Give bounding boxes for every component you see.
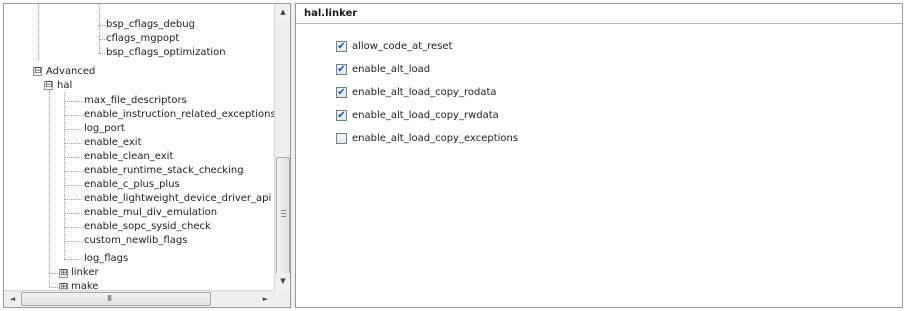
- tree-connector-line: [64, 101, 82, 102]
- tree-connector-line: [64, 213, 82, 214]
- tree-node-enable-instruction-related-exceptions[interactable]: enable_instruction_related_exceptions: [84, 108, 274, 122]
- tree-connector-line: [64, 129, 82, 130]
- tree-node-bsp-cflags-debug[interactable]: bsp_cflags_debug: [106, 18, 195, 32]
- option-label: allow_code_at_reset: [352, 41, 453, 52]
- checkbox[interactable]: ✔: [336, 64, 347, 75]
- settings-tree[interactable]: ⊟ ⊟ ⊞ ⊞ bsp_cflags_debug cflags_mgpopt b…: [4, 4, 274, 290]
- grip-line: [281, 216, 286, 217]
- grip-line: [281, 213, 286, 214]
- tree-node-advanced[interactable]: Advanced: [46, 65, 95, 79]
- tree-node-hal[interactable]: hal: [57, 79, 72, 93]
- checkbox[interactable]: ✔: [336, 41, 347, 52]
- grip-line: [281, 210, 286, 211]
- collapse-icon[interactable]: ⊟: [44, 81, 53, 90]
- checkbox[interactable]: ✔: [336, 87, 347, 98]
- tree-connector-line: [64, 185, 82, 186]
- collapse-icon[interactable]: ⊟: [33, 67, 42, 76]
- tree-connector-line: [64, 227, 82, 228]
- horizontal-scroll-thumb[interactable]: III: [21, 292, 211, 306]
- tree-node-enable-c-plus-plus[interactable]: enable_c_plus_plus: [84, 178, 180, 192]
- checkbox[interactable]: [336, 133, 347, 144]
- tree-connector-line: [64, 171, 82, 172]
- tree-node-enable-lightweight-device-driver-api[interactable]: enable_lightweight_device_driver_api: [84, 192, 271, 206]
- tree-connector-line: [64, 199, 82, 200]
- tree-connector-line: [64, 157, 82, 158]
- scroll-left-arrow-icon[interactable]: ◄: [4, 291, 21, 307]
- tree-node-log-flags[interactable]: log_flags: [84, 252, 128, 266]
- option-label: enable_alt_load_copy_exceptions: [352, 133, 519, 144]
- scroll-right-arrow-icon[interactable]: ►: [257, 291, 274, 307]
- tree-connector-line: [64, 259, 82, 260]
- scroll-up-arrow-icon[interactable]: ▲: [275, 4, 290, 21]
- settings-tree-panel: ⊟ ⊟ ⊞ ⊞ bsp_cflags_debug cflags_mgpopt b…: [3, 3, 291, 308]
- section-title: hal.linker: [304, 8, 358, 19]
- tree-connector-line: [64, 93, 65, 260]
- option-label: enable_alt_load_copy_rodata: [352, 87, 497, 98]
- settings-content-panel: hal.linker ✔ allow_code_at_reset ✔ enabl…: [295, 3, 903, 308]
- tree-node-make[interactable]: make: [71, 280, 98, 290]
- option-label: enable_alt_load_copy_rwdata: [352, 110, 499, 121]
- tree-node-enable-sopc-sysid-check[interactable]: enable_sopc_sysid_check: [84, 220, 211, 234]
- tree-connector-line: [99, 39, 105, 40]
- tree-connector-line: [38, 4, 39, 60]
- tree-connector-line: [99, 4, 100, 53]
- tree-node-log-port[interactable]: log_port: [84, 122, 125, 136]
- checkbox[interactable]: ✔: [336, 110, 347, 121]
- tree-connector-line: [64, 143, 82, 144]
- section-header: hal.linker: [296, 4, 902, 24]
- tree-node-enable-mul-div-emulation[interactable]: enable_mul_div_emulation: [84, 206, 217, 220]
- scrollbar-corner: [274, 290, 290, 307]
- tree-node-max-file-descriptors[interactable]: max_file_descriptors: [84, 94, 187, 108]
- scroll-down-arrow-icon[interactable]: ▼: [275, 273, 290, 290]
- tree-horizontal-scrollbar[interactable]: ◄ III ►: [4, 290, 274, 307]
- grip-icon: III: [107, 294, 112, 303]
- tree-connector-line: [64, 241, 82, 242]
- vertical-scroll-thumb[interactable]: [276, 157, 290, 275]
- tree-connector-line: [64, 115, 82, 116]
- tree-node-enable-exit[interactable]: enable_exit: [84, 136, 142, 150]
- expand-icon[interactable]: ⊞: [59, 269, 68, 278]
- tree-connector-line: [99, 53, 105, 54]
- option-label: enable_alt_load: [352, 64, 431, 75]
- tree-node-bsp-cflags-optimization[interactable]: bsp_cflags_optimization: [106, 46, 226, 60]
- tree-node-cflags-mgpopt[interactable]: cflags_mgpopt: [106, 32, 179, 46]
- tree-connector-line: [49, 80, 50, 287]
- tree-node-custom-newlib-flags[interactable]: custom_newlib_flags: [84, 234, 187, 248]
- tree-vertical-scrollbar[interactable]: ▲ ▼: [274, 4, 290, 290]
- tree-node-linker[interactable]: linker: [71, 266, 99, 280]
- tree-node-enable-runtime-stack-checking[interactable]: enable_runtime_stack_checking: [84, 164, 244, 178]
- expand-icon[interactable]: ⊞: [59, 283, 68, 290]
- tree-connector-line: [99, 25, 105, 26]
- tree-node-enable-clean-exit[interactable]: enable_clean_exit: [84, 150, 173, 164]
